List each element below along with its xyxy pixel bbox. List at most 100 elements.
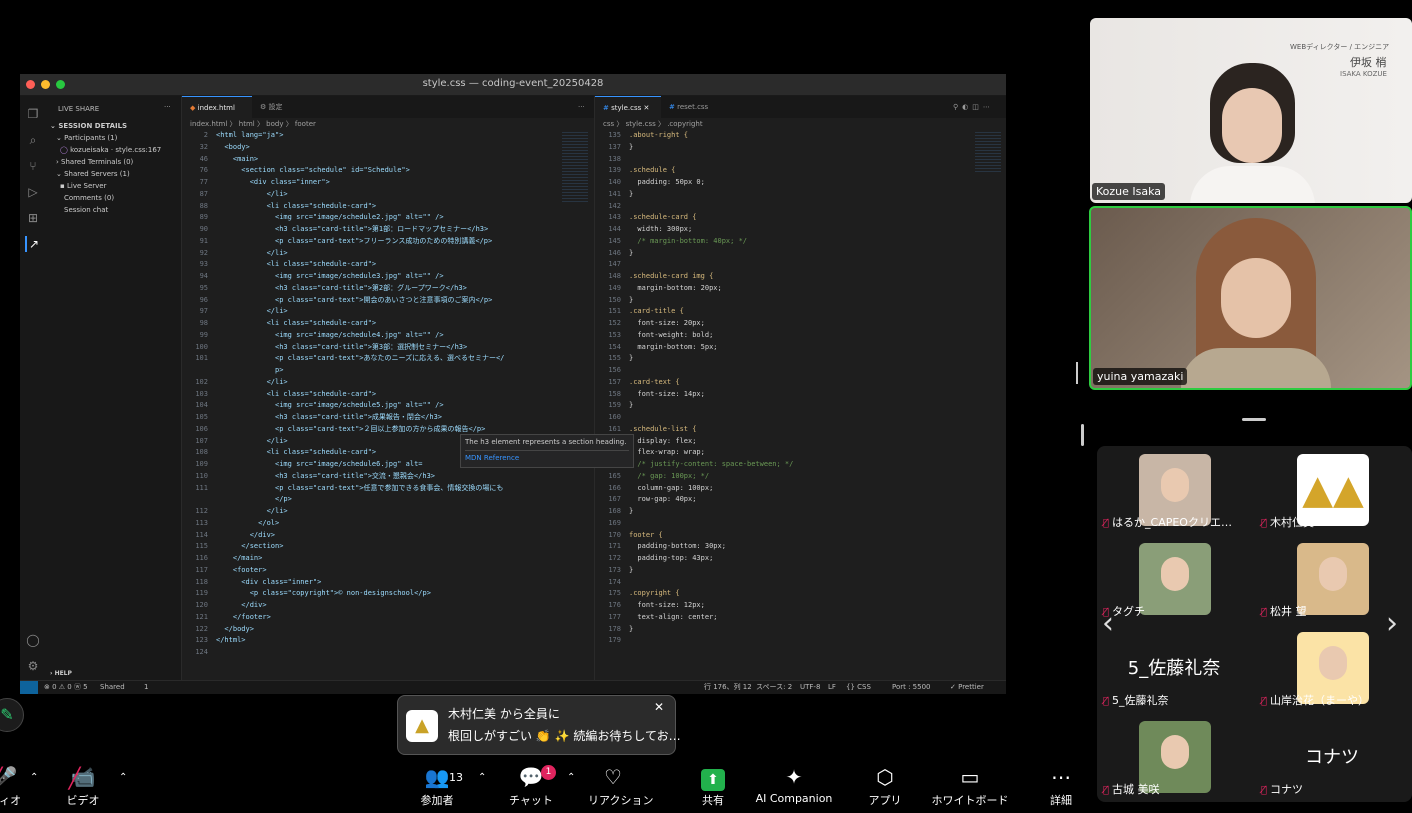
editor-style-css[interactable]: # style.css ✕ # reset.css ⚲◐◫⋯ css 〉 sty…: [594, 96, 1006, 680]
cursor-position[interactable]: 行 176、列 12: [704, 681, 752, 694]
code-line[interactable]: .copyright {: [629, 588, 680, 600]
tab-style-css[interactable]: # style.css ✕: [595, 96, 661, 118]
code-line[interactable]: row-gap: 40px;: [629, 494, 696, 506]
code-line[interactable]: font-size: 12px;: [629, 600, 704, 612]
account-icon[interactable]: ◯: [25, 632, 41, 648]
editor1-more-icon[interactable]: ···: [570, 96, 590, 118]
code-line[interactable]: }: [629, 506, 633, 518]
session-details-section[interactable]: ⌄ SESSION DETAILS: [50, 122, 127, 130]
code-line[interactable]: </html>: [216, 635, 246, 647]
code-line[interactable]: .about-right {: [629, 130, 688, 142]
code-line[interactable]: </li>: [216, 377, 288, 389]
code-line[interactable]: margin-bottom: 5px;: [629, 342, 717, 354]
video-off-button[interactable]: 📹 ╱ ビデオ: [58, 762, 108, 808]
code-line[interactable]: p>: [216, 365, 283, 377]
code-line[interactable]: <h3 class="card-title">第3部：選択制セミナー</h3>: [216, 342, 467, 354]
code-line[interactable]: <p class="copyright">© non-designschool<…: [216, 588, 431, 600]
panel-splitter-2[interactable]: [1076, 362, 1078, 384]
live-server-port[interactable]: Port : 5500: [892, 681, 931, 694]
resize-handle[interactable]: [1242, 418, 1266, 421]
live-share-icon[interactable]: ↗: [25, 236, 41, 252]
language-mode[interactable]: {} CSS: [846, 681, 871, 694]
code-line[interactable]: column-gap: 100px;: [629, 483, 713, 495]
line-ending[interactable]: LF: [828, 681, 836, 694]
code-line[interactable]: <h3 class="card-title">交流・懇親会</h3>: [216, 471, 435, 483]
code-line[interactable]: <li class="schedule-card">: [216, 447, 377, 459]
code-line[interactable]: font-size: 14px;: [629, 389, 704, 401]
code-line[interactable]: width: 300px;: [629, 224, 692, 236]
whiteboard-button[interactable]: ▭ ホワイトボード: [928, 762, 1012, 808]
shared-servers-item[interactable]: ⌄ Shared Servers (1): [56, 170, 130, 178]
code-line[interactable]: </body>: [216, 624, 254, 636]
code-line[interactable]: <h3 class="card-title">第2部：グループワーク</h3>: [216, 283, 467, 295]
extensions-icon[interactable]: ⊞: [25, 210, 41, 226]
code-line[interactable]: </div>: [216, 530, 275, 542]
code-line[interactable]: <li class="schedule-card">: [216, 201, 377, 213]
participants-count[interactable]: 1: [144, 681, 148, 694]
comments-item[interactable]: Comments (0): [64, 194, 114, 202]
code-line[interactable]: .schedule-card {: [629, 212, 696, 224]
participants-button[interactable]: 👥 参加者: [412, 762, 462, 808]
video-yuina-yamazaki[interactable]: yuina yamazaki: [1089, 206, 1412, 390]
code-line[interactable]: </li>: [216, 506, 288, 518]
code-line[interactable]: </li>: [216, 306, 288, 318]
code-line[interactable]: <body>: [216, 142, 249, 154]
code-line[interactable]: padding-top: 43px;: [629, 553, 713, 565]
editor-index-html[interactable]: ◆ index.html ⚙ 設定 ··· index.html 〉 html …: [182, 96, 594, 680]
code-line[interactable]: /* gap: 100px; */: [629, 471, 709, 483]
editor2-actions-icon[interactable]: ⚲◐◫⋯: [945, 96, 1005, 118]
code-line[interactable]: </main>: [216, 553, 263, 565]
code-line[interactable]: <img src="image/schedule6.jpg" alt=: [216, 459, 423, 471]
code-line[interactable]: padding: 50px 0;: [629, 177, 704, 189]
code-line[interactable]: }: [629, 295, 633, 307]
code-line[interactable]: </li>: [216, 189, 288, 201]
code-line[interactable]: /* margin-bottom: 40px; */: [629, 236, 747, 248]
code-line[interactable]: <html lang="ja">: [216, 130, 283, 142]
source-control-icon[interactable]: ⑂: [25, 158, 41, 174]
code-line[interactable]: }: [629, 353, 633, 365]
search-icon[interactable]: ⌕: [25, 132, 41, 148]
participant-thumbnail[interactable]: [1139, 543, 1211, 615]
code-line[interactable]: footer {: [629, 530, 663, 542]
code-line[interactable]: }: [629, 248, 633, 260]
code-line[interactable]: <img src="image/schedule5.jpg" alt="" />: [216, 400, 444, 412]
code-line[interactable]: </div>: [216, 600, 266, 612]
code-line[interactable]: flex-wrap: wrap;: [629, 447, 704, 459]
code-line[interactable]: <footer>: [216, 565, 267, 577]
caret-up-icon[interactable]: ⌃: [478, 772, 486, 783]
code-line[interactable]: <div class="inner">: [216, 177, 330, 189]
settings-gear-icon[interactable]: ⚙: [25, 658, 41, 674]
code-line[interactable]: text-align: center;: [629, 612, 717, 624]
code-line[interactable]: .schedule-card img {: [629, 271, 713, 283]
code-line[interactable]: <p class="card-text">２回以上参加の方から成果の報告</p>: [216, 424, 485, 436]
code-line[interactable]: <h3 class="card-title">成果報告・閉会</h3>: [216, 412, 442, 424]
help-section[interactable]: › HELP: [50, 670, 72, 677]
code-line[interactable]: <p class="card-text">あなたのニーズに応える、選べるセミナー…: [216, 353, 504, 365]
code-line[interactable]: <li class="schedule-card">: [216, 318, 377, 330]
caret-up-icon[interactable]: ⌃: [30, 772, 38, 783]
code-line[interactable]: </section>: [216, 541, 283, 553]
code-line[interactable]: padding-bottom: 30px;: [629, 541, 726, 553]
gallery-next-icon[interactable]: ›: [1386, 606, 1398, 641]
annotate-pencil-icon[interactable]: ✎: [0, 698, 24, 732]
code-line[interactable]: }: [629, 400, 633, 412]
code-line[interactable]: .card-title {: [629, 306, 684, 318]
code-line[interactable]: <p class="card-text">任意で参加できる食事会、情報交換の場に…: [216, 483, 503, 495]
code-line[interactable]: }: [629, 189, 633, 201]
reaction-heart-button[interactable]: ♡ リアクション: [588, 762, 653, 808]
code-line[interactable]: display: flex;: [629, 436, 696, 448]
code-line[interactable]: <main>: [216, 154, 258, 166]
encoding[interactable]: UTF-8: [800, 681, 820, 694]
code-line[interactable]: margin-bottom: 20px;: [629, 283, 721, 295]
participant-thumbnail[interactable]: [1297, 543, 1369, 615]
video-kozue-isaka[interactable]: WEBディレクター / エンジニア 伊坂 梢 ISAKA KOZUE Kozue…: [1090, 18, 1412, 203]
code-line[interactable]: <img src="image/schedule3.jpg" alt="" />: [216, 271, 444, 283]
remote-icon[interactable]: [20, 681, 38, 694]
code-line[interactable]: <div class="inner">: [216, 577, 321, 589]
code-line[interactable]: </li>: [216, 436, 288, 448]
code-line[interactable]: }: [629, 624, 633, 636]
code-line[interactable]: </ol>: [216, 518, 279, 530]
code-line[interactable]: }: [629, 565, 633, 577]
panel-splitter[interactable]: [1081, 424, 1084, 446]
session-chat-item[interactable]: Session chat: [64, 206, 108, 214]
